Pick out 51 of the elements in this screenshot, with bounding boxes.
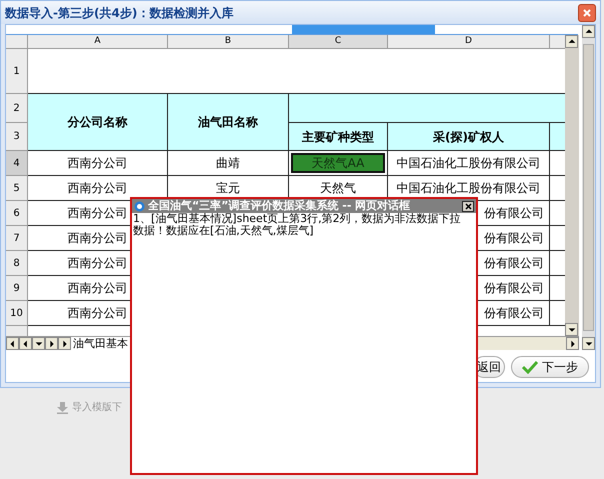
- table-cell-text: 西南分公司: [66, 155, 128, 172]
- close-icon: [582, 8, 592, 18]
- table-cell-text: 西南分公司: [66, 180, 128, 197]
- next-sheet-button[interactable]: [45, 337, 58, 350]
- first-sheet-button[interactable]: [6, 337, 19, 350]
- close-icon: [464, 202, 472, 210]
- scroll-up-button[interactable]: [565, 35, 578, 48]
- row-header[interactable]: 6: [6, 201, 28, 226]
- corner-cell[interactable]: [6, 35, 28, 49]
- column-header[interactable]: C: [289, 35, 388, 49]
- table-cell: 油气田名称: [168, 94, 289, 151]
- table-cell-text: 天然气: [319, 180, 357, 197]
- table-cell: 分公司名称: [28, 94, 168, 151]
- close-button[interactable]: [578, 4, 596, 22]
- sheet-tab[interactable]: 油气田基本: [71, 336, 130, 350]
- scroll-down-button[interactable]: [582, 337, 595, 350]
- row-header[interactable]: 3: [6, 123, 28, 151]
- close-button[interactable]: [462, 200, 474, 212]
- table-cell: 天然气AA: [291, 153, 385, 173]
- checkmark-icon: [522, 360, 538, 374]
- table-cell-text: 中国石油化工股份有限公司: [396, 155, 542, 172]
- browser-icon: [134, 200, 145, 212]
- scrollbar[interactable]: [582, 25, 595, 350]
- column-header[interactable]: B: [168, 35, 289, 49]
- column-header[interactable]: A: [28, 35, 168, 49]
- scrollbar-thumb[interactable]: [583, 44, 594, 331]
- table-cell-text: 中国石油化工股份有限公司: [396, 180, 542, 197]
- sheet-menu-button[interactable]: [32, 337, 45, 350]
- window-title: 数据导入-第三步(共4步)：数据检测并入库: [5, 4, 234, 22]
- table-cell-text: 宝元: [215, 180, 241, 197]
- scroll-up-button[interactable]: [582, 25, 595, 38]
- row-header[interactable]: 8: [6, 251, 28, 276]
- table-cell: [550, 123, 565, 151]
- download-icon: [56, 402, 69, 414]
- next-button[interactable]: 下一步: [511, 356, 589, 378]
- row-header[interactable]: 9: [6, 276, 28, 301]
- row-header[interactable]: 7: [6, 226, 28, 251]
- scroll-right-button[interactable]: [566, 337, 579, 350]
- previous-sheet-button[interactable]: [19, 337, 32, 350]
- row-header[interactable]: 1: [6, 49, 28, 94]
- column-header[interactable]: D: [388, 35, 550, 49]
- row-header[interactable]: 4: [6, 151, 28, 176]
- scrollbar[interactable]: [565, 35, 579, 336]
- row-header[interactable]: 5: [6, 176, 28, 201]
- table-cell: 采(探)矿权人: [388, 123, 550, 151]
- table-cell: 主要矿种类型: [289, 123, 388, 151]
- table-cell-text: 曲靖: [215, 155, 241, 172]
- last-sheet-button[interactable]: [58, 337, 71, 350]
- scroll-down-button[interactable]: [565, 323, 578, 336]
- row-header[interactable]: 2: [6, 94, 28, 123]
- row-header[interactable]: 10: [6, 301, 28, 326]
